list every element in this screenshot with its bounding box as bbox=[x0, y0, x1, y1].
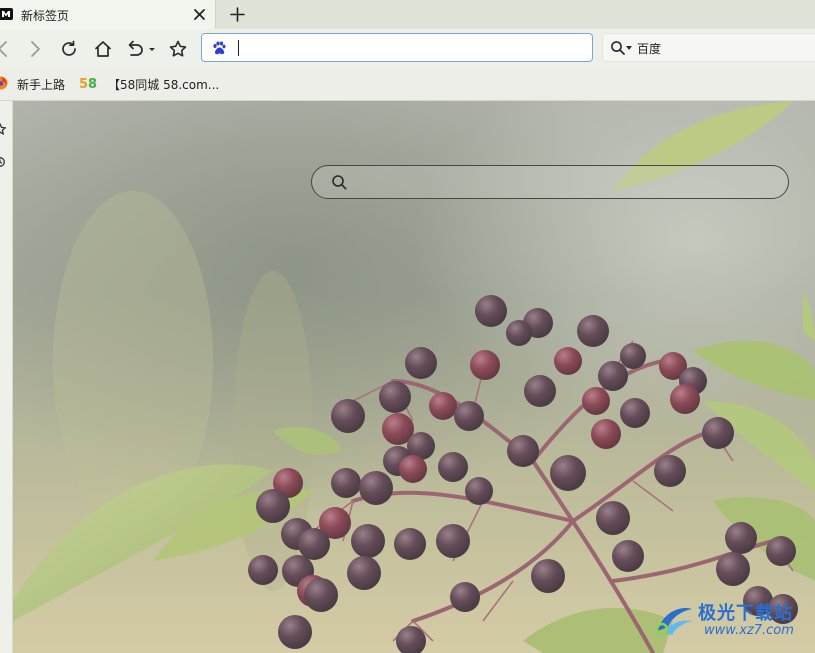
search-engine-box[interactable]: 百度 bbox=[602, 33, 815, 62]
newtab-search-input[interactable] bbox=[360, 172, 770, 192]
tab-strip: 新标签页 bbox=[0, 0, 815, 29]
forward-icon[interactable] bbox=[25, 39, 45, 59]
watermark-text: 极光下载站 bbox=[698, 603, 793, 624]
refresh-icon[interactable] bbox=[59, 39, 79, 59]
star-icon[interactable] bbox=[168, 39, 188, 59]
bookmark-newbie-guide[interactable]: 新手上路 bbox=[17, 76, 65, 94]
plus-icon[interactable] bbox=[229, 6, 246, 23]
svg-text:5: 5 bbox=[79, 77, 88, 91]
favorites-side-icon[interactable] bbox=[0, 123, 6, 137]
search-engine-label: 百度 bbox=[637, 42, 662, 56]
undo-icon[interactable] bbox=[125, 39, 157, 59]
maxthon-icon bbox=[0, 6, 14, 22]
text-caret bbox=[238, 40, 239, 56]
back-icon[interactable] bbox=[0, 39, 14, 59]
firefox-icon[interactable] bbox=[0, 76, 8, 90]
newtab-search-box[interactable] bbox=[311, 165, 789, 199]
search-icon[interactable] bbox=[610, 40, 626, 56]
home-icon[interactable] bbox=[93, 39, 113, 59]
watermark-url: www.xz7.com bbox=[704, 623, 794, 638]
chevron-down-icon[interactable] bbox=[626, 46, 632, 50]
bookmark-58-tongcheng[interactable]: 【58同城 58.com... bbox=[108, 76, 219, 94]
side-panel-strip bbox=[0, 101, 13, 653]
svg-text:8: 8 bbox=[88, 77, 97, 91]
address-bar[interactable] bbox=[201, 33, 593, 62]
baidu-paw-icon bbox=[211, 40, 227, 56]
watermark: 极光下载站 www.xz7.com bbox=[654, 597, 814, 649]
address-input[interactable] bbox=[236, 38, 576, 57]
aurora-logo-icon bbox=[654, 603, 696, 637]
tab-title: 新标签页 bbox=[21, 9, 70, 23]
close-icon[interactable] bbox=[192, 7, 207, 22]
58-icon[interactable]: 58 bbox=[79, 75, 99, 91]
history-side-icon[interactable] bbox=[0, 155, 6, 169]
search-icon[interactable] bbox=[331, 174, 348, 191]
navigation-toolbar: 百度 bbox=[0, 29, 815, 69]
bookmarks-bar: 新手上路 58 【58同城 58.com... bbox=[0, 69, 815, 101]
new-tab-page bbox=[13, 101, 815, 653]
tab-new-tab-page[interactable]: 新标签页 bbox=[0, 0, 216, 29]
